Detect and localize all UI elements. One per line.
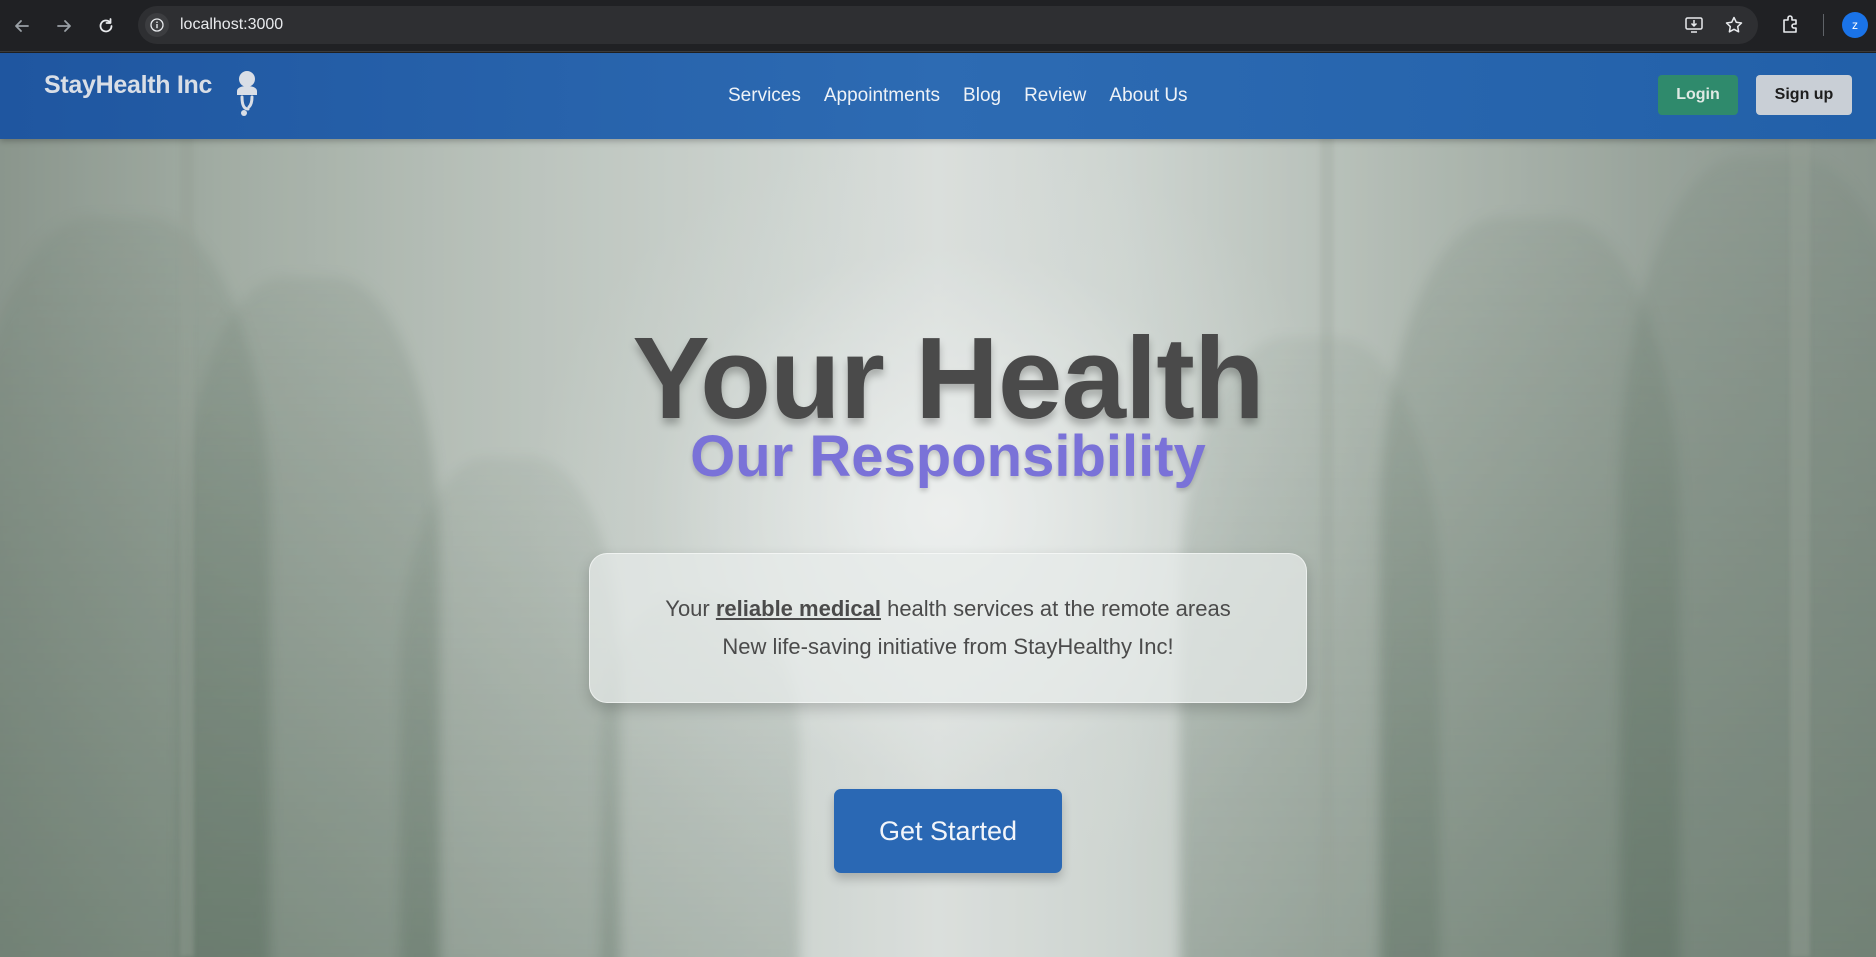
toolbar-divider [1823, 14, 1824, 36]
doctor-stethoscope-icon[interactable] [230, 69, 264, 124]
reload-icon[interactable] [90, 10, 122, 42]
forward-arrow-icon[interactable] [48, 10, 80, 42]
page-viewport: StayHealth Inc Services Appointments Blo… [0, 53, 1876, 957]
back-arrow-icon[interactable] [6, 10, 38, 42]
nav-blog[interactable]: Blog [963, 85, 1001, 107]
nav-appointments[interactable]: Appointments [824, 85, 940, 107]
browser-toolbar: localhost:3000 z [0, 0, 1876, 52]
install-app-icon[interactable] [1684, 15, 1704, 40]
bookmark-star-icon[interactable] [1724, 15, 1744, 40]
info-text-suffix: health services at the remote areas [880, 596, 1231, 621]
login-button[interactable]: Login [1658, 75, 1738, 115]
extensions-icon[interactable] [1779, 12, 1803, 41]
site-info-icon[interactable] [145, 13, 169, 37]
profile-avatar[interactable]: z [1842, 12, 1868, 38]
nav-review[interactable]: Review [1024, 85, 1086, 107]
nav-services[interactable]: Services [728, 85, 801, 107]
brand-name[interactable]: StayHealth Inc [44, 71, 212, 100]
get-started-button[interactable]: Get Started [834, 789, 1062, 873]
info-text-line-2: New life-saving initiative from StayHeal… [722, 634, 1174, 659]
info-text-line-1: Your reliable medical health services at… [590, 596, 1306, 622]
address-bar[interactable]: localhost:3000 [138, 6, 1758, 44]
main-nav: Services Appointments Blog Review About … [728, 53, 1188, 139]
signup-button[interactable]: Sign up [1756, 75, 1852, 115]
url-text[interactable]: localhost:3000 [180, 6, 283, 44]
info-card: Your reliable medical health services at… [589, 553, 1307, 703]
hero-subtitle: Our Responsibility [690, 424, 1206, 489]
site-navbar: StayHealth Inc Services Appointments Blo… [0, 53, 1876, 139]
reliable-medical-emphasis: reliable medical [715, 596, 881, 621]
nav-about-us[interactable]: About Us [1109, 85, 1187, 107]
info-text-prefix: Your [665, 596, 716, 621]
